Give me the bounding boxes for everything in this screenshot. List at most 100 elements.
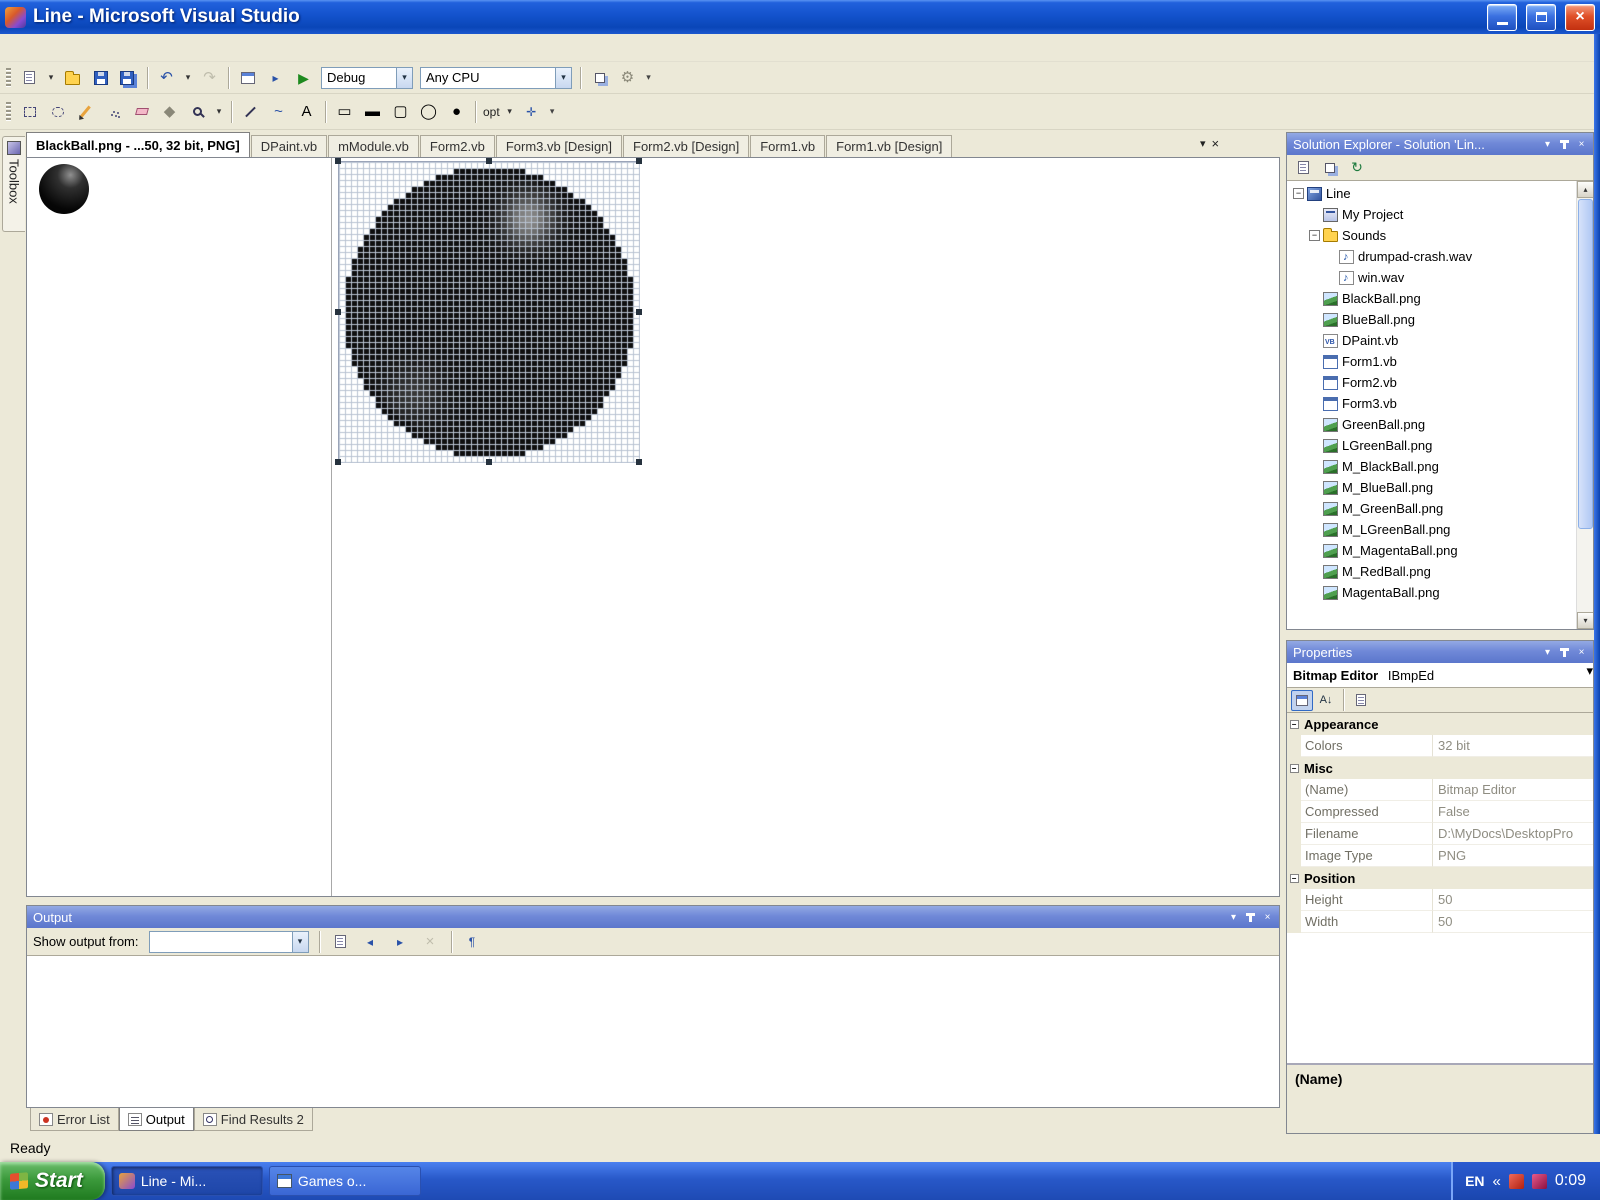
rounded-rect-tool[interactable]: ▢	[387, 99, 414, 124]
chevron-down-icon[interactable]: ▾	[555, 68, 571, 88]
property-row[interactable]: − (Name) Bitmap Editor	[1287, 779, 1593, 801]
scrollbar-thumb[interactable]	[1578, 199, 1593, 529]
tree-item[interactable]: − Sounds	[1287, 225, 1576, 246]
language-indicator[interactable]: EN	[1465, 1173, 1484, 1189]
window-position-dropdown[interactable]: ▾	[1539, 644, 1556, 660]
properties-object-combo[interactable]: Bitmap Editor IBmpEd ▾	[1287, 663, 1593, 688]
minimize-button[interactable]	[1487, 4, 1517, 31]
resize-handle-e[interactable]	[636, 309, 642, 315]
toolbox-tab[interactable]: Toolbox	[2, 136, 25, 232]
tree-item[interactable]: − My Project	[1287, 204, 1576, 225]
toolbar-overflow-button[interactable]: ▾	[642, 65, 655, 90]
panel-tab[interactable]: Find Results 2	[194, 1108, 313, 1131]
text-tool[interactable]: A	[293, 99, 320, 124]
tree-item[interactable]: − GreenBall.png	[1287, 414, 1576, 435]
pencil-tool[interactable]	[72, 99, 99, 124]
panel-tab[interactable]: Error List	[30, 1108, 119, 1131]
debug-config-combo[interactable]: Debug ▾	[321, 67, 413, 89]
property-value[interactable]: D:\MyDocs\DesktopPro	[1433, 823, 1593, 845]
tree-item[interactable]: − Form1.vb	[1287, 351, 1576, 372]
freeform-select-tool[interactable]	[44, 99, 71, 124]
property-value[interactable]: PNG	[1433, 845, 1593, 867]
close-panel-button[interactable]: ×	[1573, 644, 1590, 660]
tree-item[interactable]: − M_RedBall.png	[1287, 561, 1576, 582]
new-project-button[interactable]	[16, 65, 43, 90]
magnify-dropdown[interactable]: ▾	[212, 99, 226, 124]
property-value[interactable]: 32 bit	[1433, 735, 1593, 757]
airbrush-tool[interactable]	[100, 99, 127, 124]
properties-window-button[interactable]: ⚙	[614, 65, 641, 90]
document-tab[interactable]: Form2.vb	[420, 135, 495, 157]
tree-item[interactable]: − DPaint.vb	[1287, 330, 1576, 351]
resize-handle-w[interactable]	[335, 309, 341, 315]
property-row[interactable]: − Filename D:\MyDocs\DesktopPro	[1287, 823, 1593, 845]
tree-item[interactable]: − win.wav	[1287, 267, 1576, 288]
property-row[interactable]: − Position	[1287, 867, 1593, 889]
solution-explorer-button[interactable]	[586, 65, 613, 90]
tree-item[interactable]: − MagentaBall.png	[1287, 582, 1576, 603]
tree-item[interactable]: − M_MagentaBall.png	[1287, 540, 1576, 561]
undo-dropdown[interactable]: ▾	[181, 65, 195, 90]
property-row[interactable]: − Compressed False	[1287, 801, 1593, 823]
document-tab[interactable]: Form3.vb [Design]	[496, 135, 622, 157]
property-row[interactable]: − Width 50	[1287, 911, 1593, 933]
resize-handle-s[interactable]	[486, 459, 492, 465]
tree-item[interactable]: − M_GreenBall.png	[1287, 498, 1576, 519]
start-debug-button[interactable]: ▶	[290, 65, 317, 90]
tree-scrollbar[interactable]: ▴ ▾	[1576, 181, 1593, 629]
redo-button[interactable]: ↷	[196, 65, 223, 90]
output-source-combo[interactable]: ▾	[149, 931, 309, 953]
property-row[interactable]: − Misc	[1287, 757, 1593, 779]
close-button[interactable]: ×	[1565, 4, 1595, 31]
tree-item[interactable]: − M_LGreenBall.png	[1287, 519, 1576, 540]
property-value[interactable]: False	[1433, 801, 1593, 823]
goto-message-button[interactable]	[327, 929, 354, 954]
close-panel-button[interactable]: ×	[1259, 909, 1276, 925]
tray-notification-icon-2[interactable]	[1532, 1174, 1547, 1189]
property-pages-button[interactable]	[1350, 690, 1372, 711]
tab-list-dropdown[interactable]: ▾	[1200, 137, 1206, 150]
close-panel-button[interactable]: ×	[1573, 136, 1590, 152]
property-row[interactable]: − Colors 32 bit	[1287, 735, 1593, 757]
tree-item[interactable]: − Line	[1287, 183, 1576, 204]
collapse-icon[interactable]: −	[1290, 874, 1299, 883]
toolbar-overflow-button[interactable]: ▾	[546, 99, 559, 124]
property-row[interactable]: − Appearance	[1287, 713, 1593, 735]
resize-handle-ne[interactable]	[636, 158, 642, 164]
categorized-button[interactable]	[1291, 690, 1313, 711]
window-position-dropdown[interactable]: ▾	[1225, 909, 1242, 925]
ellipse-filled-tool[interactable]: ●	[443, 99, 470, 124]
chevron-down-icon[interactable]: ▾	[292, 932, 308, 952]
document-tab[interactable]: Form1.vb [Design]	[826, 135, 952, 157]
chevron-down-icon[interactable]: ▾	[396, 68, 412, 88]
property-value[interactable]: 50	[1433, 889, 1593, 911]
document-tab[interactable]: DPaint.vb	[251, 135, 327, 157]
scroll-down-button[interactable]: ▾	[1577, 612, 1593, 629]
add-item-button[interactable]	[234, 65, 261, 90]
window-position-dropdown[interactable]: ▾	[1539, 136, 1556, 152]
resize-handle-se[interactable]	[636, 459, 642, 465]
document-tab[interactable]: Form2.vb [Design]	[623, 135, 749, 157]
ellipse-outline-tool[interactable]: ◯	[415, 99, 442, 124]
pan-tool[interactable]: ✛	[518, 99, 545, 124]
close-document-button[interactable]: ×	[1212, 136, 1220, 151]
property-row[interactable]: − Image Type PNG	[1287, 845, 1593, 867]
output-content[interactable]	[27, 955, 1279, 1107]
rect-select-tool[interactable]	[16, 99, 43, 124]
scroll-up-button[interactable]: ▴	[1577, 181, 1593, 198]
tree-item[interactable]: − BlueBall.png	[1287, 309, 1576, 330]
panel-tab[interactable]: Output	[119, 1108, 194, 1131]
curve-tool[interactable]: ~	[265, 99, 292, 124]
collapse-icon[interactable]: −	[1290, 720, 1299, 729]
document-tab[interactable]: Form1.vb	[750, 135, 825, 157]
tree-item[interactable]: − LGreenBall.png	[1287, 435, 1576, 456]
tray-chevron-icon[interactable]: «	[1493, 1173, 1501, 1190]
tray-notification-icon-1[interactable]	[1509, 1174, 1524, 1189]
platform-combo[interactable]: Any CPU ▾	[420, 67, 572, 89]
prev-message-button[interactable]: ◂	[357, 929, 384, 954]
document-tab[interactable]: mModule.vb	[328, 135, 419, 157]
word-wrap-button[interactable]: ¶	[459, 929, 486, 954]
toolbar-grip[interactable]	[6, 68, 11, 88]
resize-handle-nw[interactable]	[335, 158, 341, 164]
save-all-button[interactable]	[115, 65, 142, 90]
